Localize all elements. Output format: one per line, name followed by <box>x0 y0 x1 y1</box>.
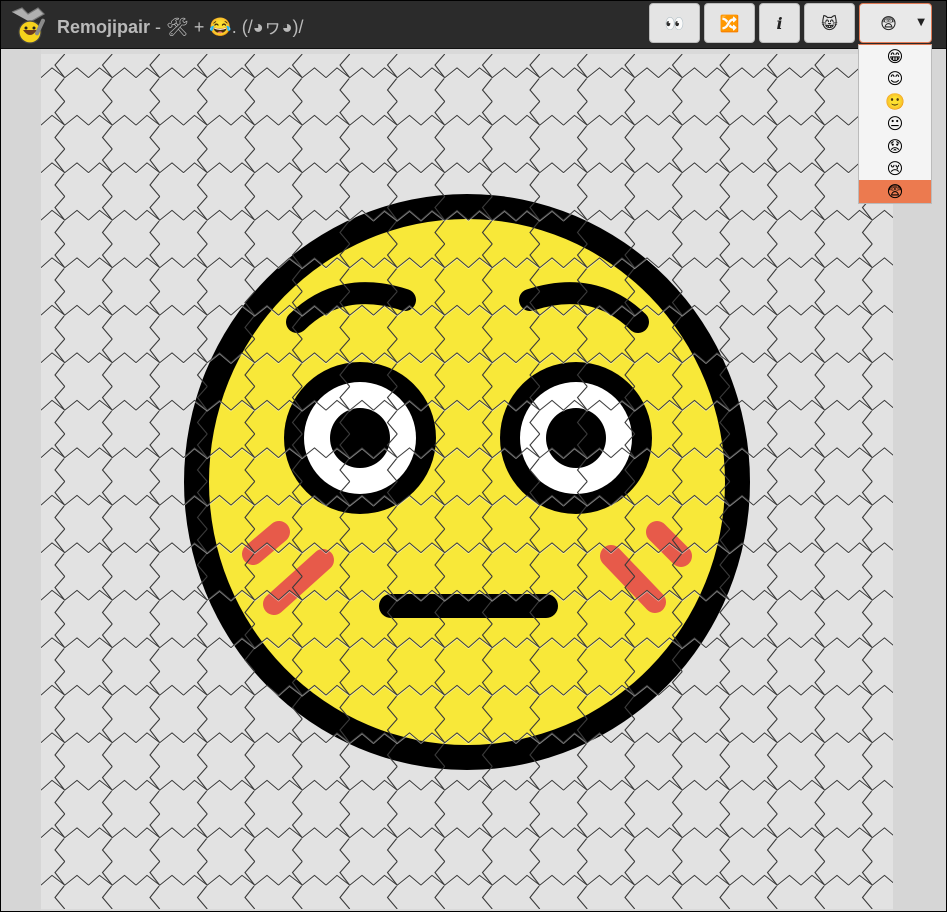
puzzle-image <box>41 54 893 909</box>
crying-face-icon: 😢 <box>886 159 904 179</box>
info-icon: i <box>776 13 783 33</box>
neutral-face-icon: 😐 <box>886 114 904 134</box>
difficulty-option-7[interactable]: 😨 <box>859 180 931 203</box>
difficulty-option-1[interactable]: 😁 <box>859 45 931 68</box>
piece-grid <box>41 54 893 909</box>
hushed-face-icon: 😨 <box>880 13 897 33</box>
difficulty-option-5[interactable]: 😟 <box>859 135 931 158</box>
difficulty-dropdown-button[interactable]: 😨 ▼ <box>859 3 932 43</box>
page-title: Remojipair - 🛠 + 😂. (/◕ヮ◕)/ <box>57 13 304 39</box>
title-subtext: - 🛠 + 😂. (/◕ヮ◕)/ <box>150 17 304 37</box>
wrench-emoji-logo-icon <box>11 7 45 44</box>
difficulty-menu: 😁 😊 🙂 😐 😟 😢 😨 <box>858 44 932 204</box>
grinning-face-icon: 😁 <box>886 46 904 66</box>
difficulty-option-6[interactable]: 😢 <box>859 158 931 181</box>
caret-down-icon: ▼ <box>917 17 925 28</box>
info-button[interactable]: i <box>759 3 800 43</box>
difficulty-option-4[interactable]: 😐 <box>859 113 931 136</box>
app-name: Remojipair <box>57 17 151 37</box>
smiling-face-icon: 😊 <box>886 69 904 89</box>
top-bar: Remojipair - 🛠 + 😂. (/◕ヮ◕)/ 👀 🔀 i 😸 😨 ▼ <box>0 0 947 49</box>
worried-face-icon: 😟 <box>886 136 904 156</box>
new-image-button[interactable]: 😸 <box>804 3 855 43</box>
eyes-icon: 👀 <box>664 13 685 33</box>
fearful-face-icon: 😨 <box>886 181 904 201</box>
left-gutter <box>0 48 41 912</box>
difficulty-option-3[interactable]: 🙂 <box>859 90 931 113</box>
peek-button[interactable]: 👀 <box>649 3 700 43</box>
difficulty-option-2[interactable]: 😊 <box>859 68 931 91</box>
puzzle-board[interactable] <box>41 54 893 909</box>
grinning-cat-icon: 😸 <box>821 13 838 33</box>
shuffle-button[interactable]: 🔀 <box>704 3 755 43</box>
shuffle-icon: 🔀 <box>719 13 740 33</box>
slight-smile-icon: 🙂 <box>885 91 905 111</box>
